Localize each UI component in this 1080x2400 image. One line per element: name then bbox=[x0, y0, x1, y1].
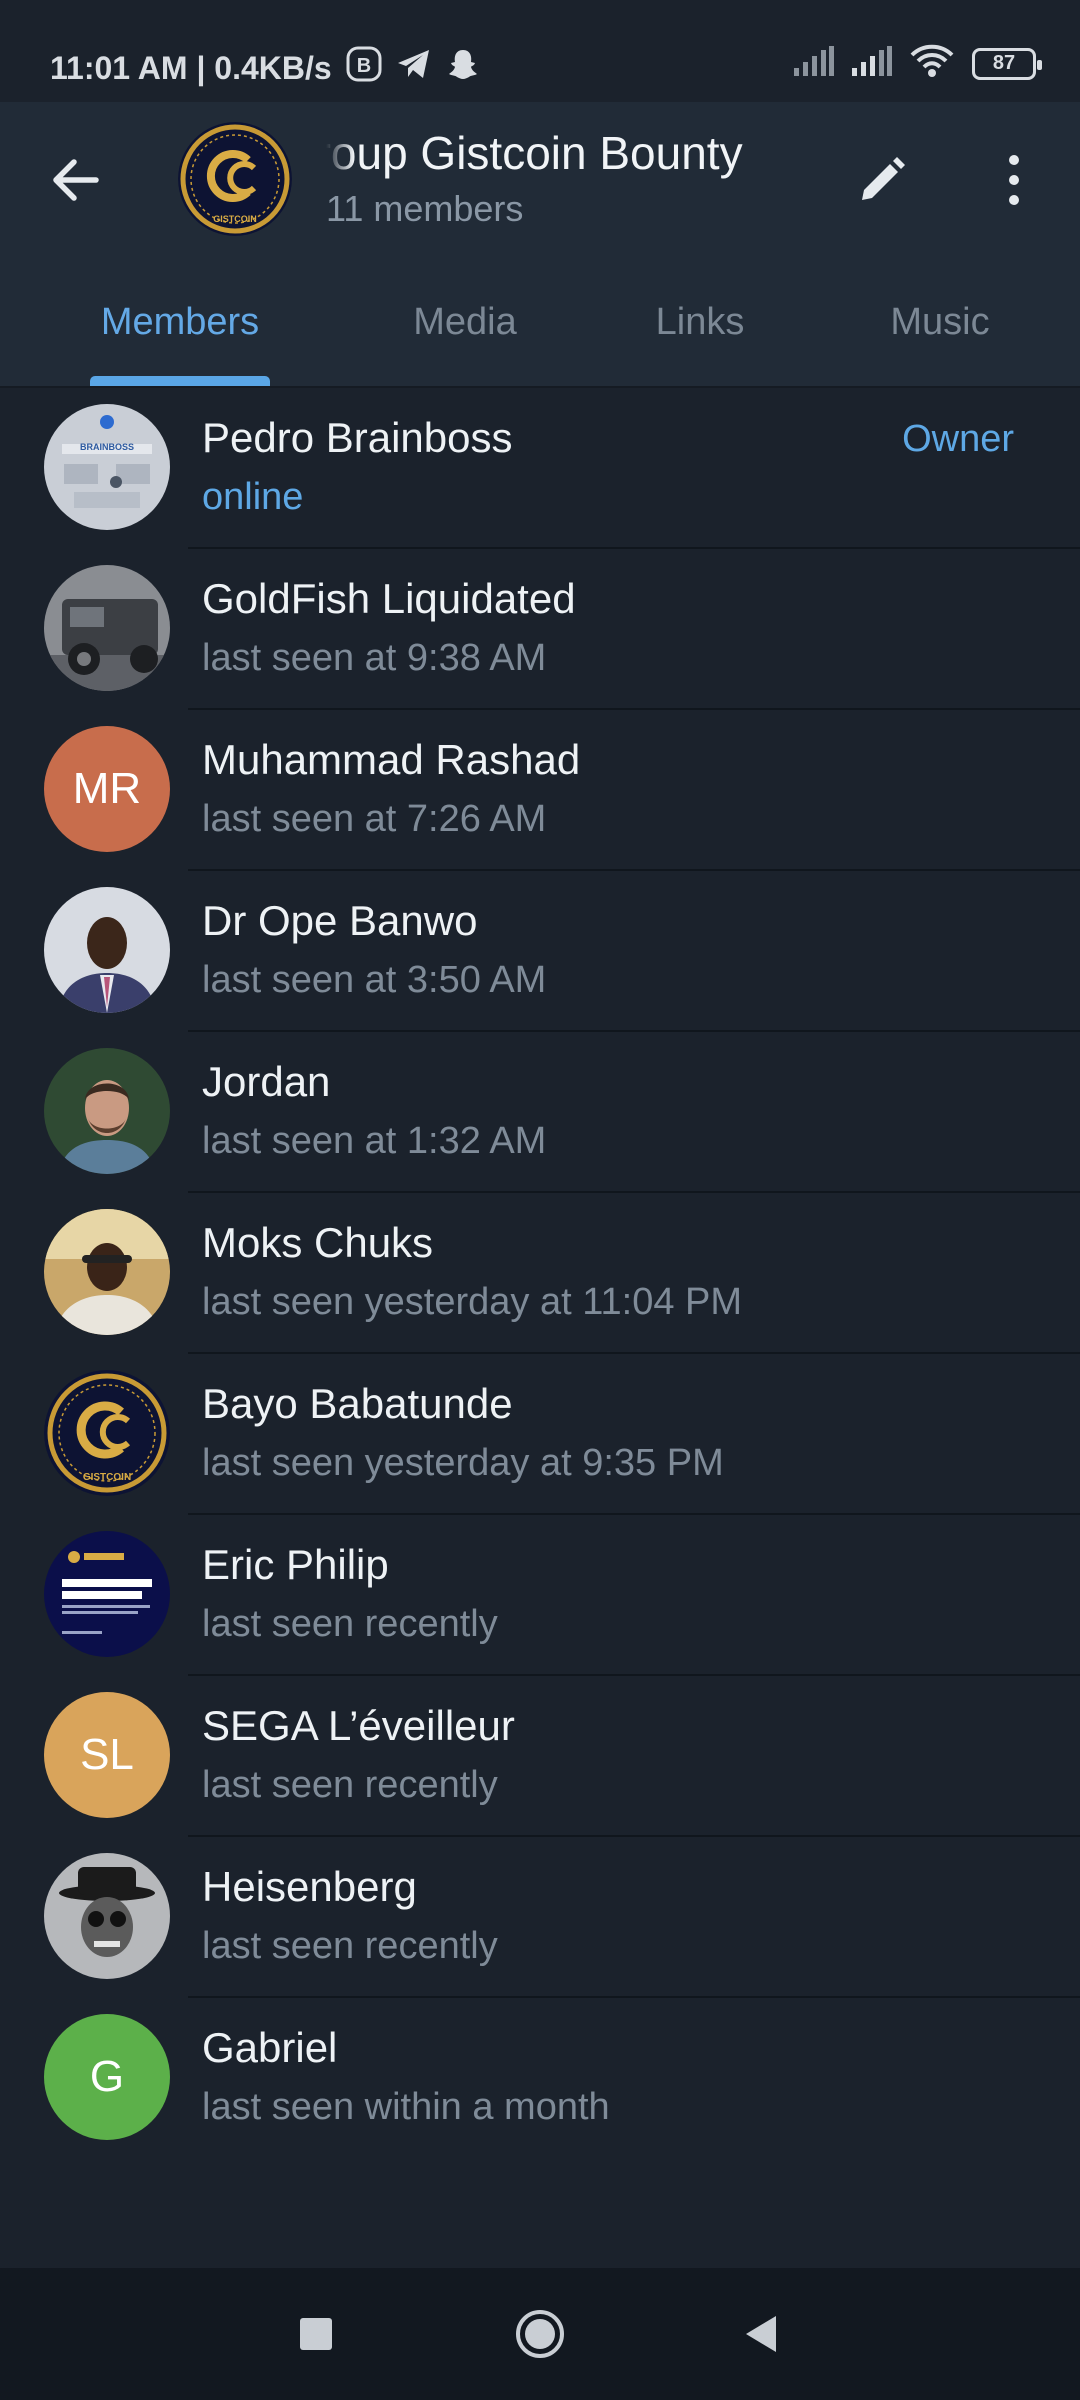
back-triangle-icon[interactable] bbox=[734, 2306, 790, 2362]
member-status: last seen at 9:38 AM bbox=[202, 637, 547, 679]
avatar bbox=[44, 1853, 170, 1979]
member-row[interactable]: Dr Ope Banwo last seen at 3:50 AM bbox=[0, 871, 1080, 1032]
member-status: last seen recently bbox=[202, 1603, 498, 1645]
tab-links[interactable]: Links bbox=[590, 256, 810, 388]
wifi-icon bbox=[910, 44, 954, 83]
member-status: online bbox=[202, 476, 304, 518]
member-count: 11 members bbox=[326, 188, 524, 229]
group-title: group Gistcoin Bounty bbox=[326, 122, 816, 182]
member-status: last seen within a month bbox=[202, 2086, 610, 2128]
member-row[interactable]: Heisenberg last seen recently bbox=[0, 1837, 1080, 1998]
member-name: Bayo Babatunde bbox=[202, 1380, 513, 1427]
home-circle-icon[interactable] bbox=[512, 2306, 568, 2362]
group-avatar[interactable]: GISTCOIN bbox=[178, 122, 292, 236]
avatar: MR bbox=[44, 726, 170, 852]
avatar: GISTCOIN bbox=[44, 1370, 170, 1496]
member-status: last seen at 1:32 AM bbox=[202, 1120, 547, 1162]
b-app-icon: B bbox=[346, 46, 382, 90]
member-row[interactable]: G Gabriel last seen within a month bbox=[0, 1998, 1080, 2159]
active-tab-indicator bbox=[90, 376, 270, 386]
avatar bbox=[44, 565, 170, 691]
member-status: last seen at 3:50 AM bbox=[202, 959, 547, 1001]
member-name: Pedro Brainboss bbox=[202, 414, 513, 461]
avatar: G bbox=[44, 2014, 170, 2140]
member-row[interactable]: Eric Philip last seen recently bbox=[0, 1515, 1080, 1676]
member-role-badge: Owner bbox=[902, 418, 1014, 460]
system-nav-bar bbox=[0, 2268, 1080, 2400]
edit-pencil-icon[interactable] bbox=[856, 154, 908, 206]
more-vertical-icon[interactable] bbox=[1000, 152, 1028, 208]
svg-text:GISTCOIN: GISTCOIN bbox=[83, 1472, 131, 1483]
group-title-text: group Gistcoin Bounty bbox=[326, 127, 743, 179]
svg-text:BRAINBOSS: BRAINBOSS bbox=[80, 442, 134, 452]
member-name: Gabriel bbox=[202, 2024, 338, 2071]
member-row[interactable]: SL SEGA L’éveilleur last seen recently bbox=[0, 1676, 1080, 1837]
battery-icon: 87 bbox=[972, 47, 1042, 80]
status-left: 11:01 AM | 0.4KB/s B bbox=[50, 46, 480, 90]
tab-media[interactable]: Media bbox=[340, 256, 590, 388]
chat-header: GISTCOIN group Gistcoin Bounty 11 member… bbox=[0, 102, 1080, 256]
member-name: GoldFish Liquidated bbox=[202, 575, 576, 622]
status-time: 11:01 AM | 0.4KB/s bbox=[50, 49, 332, 86]
avatar: SL bbox=[44, 1692, 170, 1818]
tab-music[interactable]: Music bbox=[820, 256, 1060, 388]
avatar: BRAINBOSS bbox=[44, 404, 170, 530]
telegram-icon bbox=[396, 48, 432, 88]
svg-text:B: B bbox=[356, 55, 370, 77]
snapchat-icon bbox=[446, 47, 480, 89]
svg-text:GISTCOIN: GISTCOIN bbox=[213, 214, 257, 224]
member-status: last seen recently bbox=[202, 1925, 498, 1967]
member-list: BRAINBOSS Pedro Brainboss online Owner G… bbox=[0, 388, 1080, 2159]
member-name: Dr Ope Banwo bbox=[202, 897, 478, 944]
tab-bar: Members Media Links Music bbox=[0, 256, 1080, 388]
member-status: last seen yesterday at 9:35 PM bbox=[202, 1442, 724, 1484]
avatar bbox=[44, 1531, 170, 1657]
avatar bbox=[44, 887, 170, 1013]
member-row[interactable]: BRAINBOSS Pedro Brainboss online Owner bbox=[0, 388, 1080, 549]
member-status: last seen recently bbox=[202, 1764, 498, 1806]
member-name: SEGA L’éveilleur bbox=[202, 1702, 515, 1749]
member-name: Moks Chuks bbox=[202, 1219, 434, 1266]
member-row[interactable]: Moks Chuks last seen yesterday at 11:04 … bbox=[0, 1193, 1080, 1354]
back-arrow-icon[interactable] bbox=[48, 152, 104, 208]
member-name: Eric Philip bbox=[202, 1541, 389, 1588]
member-name: Heisenberg bbox=[202, 1863, 417, 1910]
member-row[interactable]: GISTCOIN Bayo Babatunde last seen yester… bbox=[0, 1354, 1080, 1515]
signal-icon bbox=[794, 46, 834, 81]
battery-level: 87 bbox=[992, 52, 1016, 74]
status-right: 87 bbox=[794, 44, 1042, 83]
member-name: Muhammad Rashad bbox=[202, 736, 581, 783]
avatar bbox=[44, 1209, 170, 1335]
member-row[interactable]: MR Muhammad Rashad last seen at 7:26 AM bbox=[0, 710, 1080, 871]
tab-members[interactable]: Members bbox=[50, 256, 310, 388]
member-name: Jordan bbox=[202, 1058, 331, 1105]
status-bar: 11:01 AM | 0.4KB/s B 87 bbox=[0, 0, 1080, 102]
member-row[interactable]: GoldFish Liquidated last seen at 9:38 AM bbox=[0, 549, 1080, 710]
signal-icon bbox=[852, 46, 892, 81]
member-status: last seen at 7:26 AM bbox=[202, 798, 547, 840]
member-row[interactable]: Jordan last seen at 1:32 AM bbox=[0, 1032, 1080, 1193]
avatar bbox=[44, 1048, 170, 1174]
recents-square-icon[interactable] bbox=[288, 2306, 344, 2362]
member-status: last seen yesterday at 11:04 PM bbox=[202, 1281, 743, 1323]
